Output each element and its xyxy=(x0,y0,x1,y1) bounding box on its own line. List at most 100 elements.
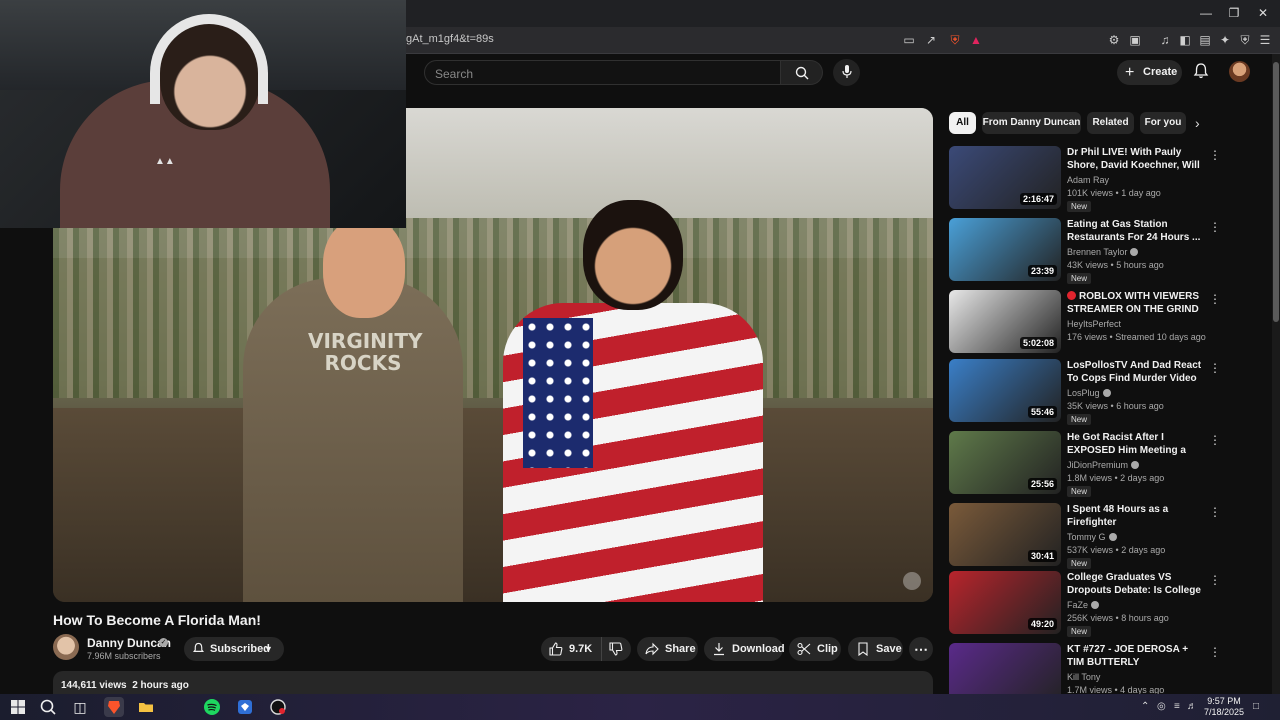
recommendation-item[interactable]: 49:20 College Graduates VS Dropouts Debat… xyxy=(949,571,1224,637)
recommendation-thumbnail[interactable]: 55:46 xyxy=(949,359,1061,422)
share-button[interactable]: Share xyxy=(637,637,698,661)
video-duration: 2:16:47 xyxy=(1019,193,1057,205)
clip-button[interactable]: Clip xyxy=(789,637,841,661)
recommendation-title[interactable]: He Got Racist After I EXPOSED Him Meetin… xyxy=(1067,431,1203,457)
video-duration: 23:39 xyxy=(1027,265,1057,277)
recommendation-item[interactable]: 23:39 Eating at Gas Station Restaurants F… xyxy=(949,218,1224,284)
spotify-icon[interactable] xyxy=(202,697,222,717)
subscribed-button[interactable]: Subscribed ▼ xyxy=(184,637,284,661)
more-actions-button[interactable]: ⋯ xyxy=(909,637,933,661)
recommendation-channel[interactable]: JiDionPremium xyxy=(1067,460,1140,470)
recommendation-item[interactable]: 30:41 I Spent 48 Hours as a Firefighter To… xyxy=(949,503,1224,569)
sidebar-icon[interactable]: ◧ xyxy=(1177,32,1193,48)
tray-network-icon[interactable]: ≡ xyxy=(1174,701,1180,712)
tray-microphone-icon[interactable]: ◎ xyxy=(1157,701,1166,712)
recommendation-title[interactable]: College Graduates VS Dropouts Debate: Is… xyxy=(1067,571,1203,597)
wallet-icon[interactable]: ▤ xyxy=(1197,32,1213,48)
recommendation-title[interactable]: LosPollosTV And Dad React To Cops Find M… xyxy=(1067,359,1203,385)
recommendation-title[interactable]: Eating at Gas Station Restaurants For 24… xyxy=(1067,218,1203,244)
recommendation-channel[interactable]: Brennen Taylor xyxy=(1067,247,1139,257)
task-view-icon[interactable]: ◫ xyxy=(70,697,90,717)
search-input[interactable]: Search xyxy=(424,60,781,85)
recommendation-channel[interactable]: HeyItsPerfect xyxy=(1067,319,1121,329)
tray-chevron-up-icon[interactable]: ⌃ xyxy=(1141,701,1149,712)
recommendation-title[interactable]: ROBLOX WITH VIEWERS STREAMER ON THE GRIN… xyxy=(1067,290,1203,316)
more-vertical-icon[interactable]: ⋮ xyxy=(1209,645,1221,659)
recommendation-title[interactable]: KT #727 - JOE DEROSA + TIM BUTTERLY xyxy=(1067,643,1203,669)
extensions-icon[interactable]: ⚙ xyxy=(1106,32,1122,48)
recommendation-views: 176 views xyxy=(1067,332,1108,342)
recommendation-channel[interactable]: LosPlug xyxy=(1067,388,1111,398)
recommendation-channel[interactable]: Tommy G xyxy=(1067,532,1117,542)
recommendation-channel[interactable]: Kill Tony xyxy=(1067,672,1100,682)
screenshot-icon[interactable]: ▣ xyxy=(1127,32,1143,48)
vpn-icon[interactable]: ⛨ xyxy=(1237,32,1253,48)
restore-icon[interactable]: ❐ xyxy=(1220,4,1248,22)
chip-from-danny-duncan[interactable]: From Danny Duncan xyxy=(982,112,1081,134)
video-duration: 49:20 xyxy=(1027,618,1057,630)
channel-avatar[interactable] xyxy=(53,634,79,660)
recommendation-thumbnail[interactable]: 25:56 xyxy=(949,431,1061,494)
brave-taskbar-icon[interactable] xyxy=(104,697,124,717)
more-vertical-icon[interactable]: ⋮ xyxy=(1209,292,1221,306)
notifications-bell-icon[interactable] xyxy=(1192,62,1210,80)
recommendation-title[interactable]: Dr Phil LIVE! With Pauly Shore, David Ko… xyxy=(1067,146,1203,172)
video-duration: 25:56 xyxy=(1027,478,1057,490)
create-button[interactable]: + Create xyxy=(1117,60,1182,85)
url-text[interactable]: gAt_m1gf4&t=89s xyxy=(406,33,494,45)
windows-start-icon[interactable] xyxy=(8,697,28,717)
share-page-icon[interactable]: ↗ xyxy=(923,32,939,48)
chip-all[interactable]: All xyxy=(949,112,976,134)
chevron-right-icon[interactable]: › xyxy=(1195,115,1209,131)
dislike-button[interactable] xyxy=(601,637,631,661)
scrollbar-thumb[interactable] xyxy=(1273,62,1279,322)
recommendation-thumbnail[interactable]: 49:20 xyxy=(949,571,1061,634)
chip-related[interactable]: Related xyxy=(1087,112,1134,134)
recommendation-title-text: ROBLOX WITH VIEWERS STREAMER ON THE GRIN… xyxy=(1067,291,1199,315)
cast-icon[interactable]: ▭ xyxy=(901,32,917,48)
channel-watermark-icon[interactable] xyxy=(903,572,921,590)
recommendation-channel-name: FaZe xyxy=(1067,600,1089,610)
recommendation-channel[interactable]: FaZe xyxy=(1067,600,1100,610)
recommendation-thumbnail[interactable]: 2:16:47 xyxy=(949,146,1061,209)
new-badge: New xyxy=(1067,201,1092,212)
media-icon[interactable]: ♫ xyxy=(1157,32,1173,48)
recommendation-item[interactable]: 2:16:47 Dr Phil LIVE! With Pauly Shore, D… xyxy=(949,146,1224,212)
more-vertical-icon[interactable]: ⋮ xyxy=(1209,148,1221,162)
voice-search-button[interactable] xyxy=(833,59,860,86)
recommendation-thumbnail[interactable]: 23:39 xyxy=(949,218,1061,281)
taskbar-search-icon[interactable] xyxy=(38,697,58,717)
obs-icon[interactable] xyxy=(268,697,288,717)
brave-shield-icon[interactable]: ⛨ xyxy=(947,32,963,48)
post-date: 2 hours ago xyxy=(132,680,189,691)
close-icon[interactable]: ✕ xyxy=(1249,4,1277,22)
more-vertical-icon[interactable]: ⋮ xyxy=(1209,573,1221,587)
verified-check-icon xyxy=(1131,461,1140,469)
recommendation-item[interactable]: 5:02:08 ROBLOX WITH VIEWERS STREAMER ON T… xyxy=(949,290,1224,354)
recommendation-thumbnail[interactable]: 5:02:08 xyxy=(949,290,1061,353)
more-vertical-icon[interactable]: ⋮ xyxy=(1209,361,1221,375)
taskbar-clock[interactable]: 9:57 PM 7/18/2025 xyxy=(1201,696,1247,718)
download-button[interactable]: Download xyxy=(704,637,785,661)
recommendation-thumbnail[interactable]: 30:41 xyxy=(949,503,1061,566)
more-vertical-icon[interactable]: ⋮ xyxy=(1209,505,1221,519)
recommendation-channel[interactable]: Adam Ray xyxy=(1067,175,1109,185)
recommendation-title[interactable]: I Spent 48 Hours as a Firefighter xyxy=(1067,503,1203,529)
like-button[interactable]: 9.7K xyxy=(541,637,601,661)
leo-ai-icon[interactable]: ✦ xyxy=(1217,32,1233,48)
save-button[interactable]: Save xyxy=(848,637,903,661)
more-vertical-icon[interactable]: ⋮ xyxy=(1209,220,1221,234)
chip-for-you[interactable]: For you xyxy=(1140,112,1186,134)
notification-center-icon[interactable]: □ xyxy=(1253,701,1259,712)
brave-rewards-icon[interactable]: ▲ xyxy=(968,32,984,48)
minimize-icon[interactable]: — xyxy=(1192,4,1220,22)
more-vertical-icon[interactable]: ⋮ xyxy=(1209,433,1221,447)
menu-icon[interactable]: ☰ xyxy=(1257,32,1273,48)
recommendation-item[interactable]: 25:56 He Got Racist After I EXPOSED Him M… xyxy=(949,431,1224,497)
search-button[interactable] xyxy=(781,60,823,85)
account-avatar[interactable] xyxy=(1229,61,1250,82)
file-explorer-icon[interactable] xyxy=(136,697,156,717)
app-shield-icon[interactable] xyxy=(235,697,255,717)
tray-volume-icon[interactable]: ♬ xyxy=(1187,701,1197,712)
recommendation-item[interactable]: 55:46 LosPollosTV And Dad React To Cops F… xyxy=(949,359,1224,425)
